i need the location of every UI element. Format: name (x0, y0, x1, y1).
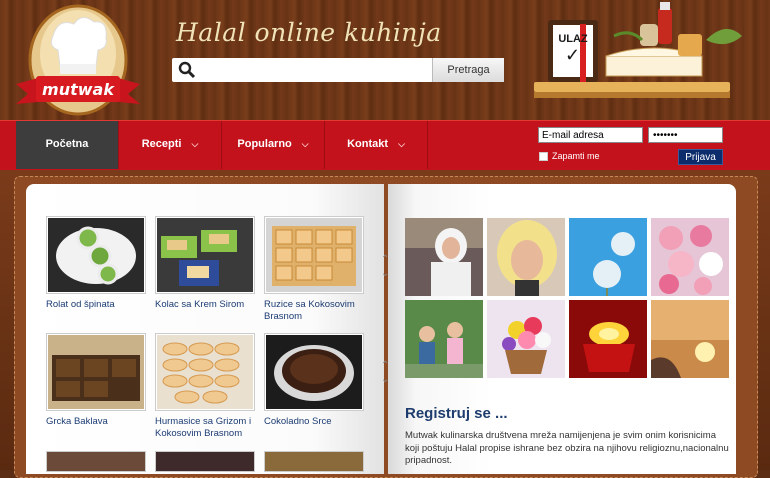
recipe-card[interactable]: Ruzice sa Kokosovim Brasnom (264, 216, 364, 323)
flower-basket-photo[interactable] (487, 300, 565, 378)
remember-label: Zapamti me (552, 151, 600, 161)
recipe-thumbnail[interactable] (46, 451, 146, 472)
chocolate-heart-photo[interactable] (264, 333, 364, 411)
search-icon[interactable] (177, 61, 197, 79)
register-description: Mutwak kulinarska društvena mreža namije… (405, 430, 729, 466)
baklava-photo[interactable] (46, 333, 146, 411)
recipe-title[interactable]: Cokoladno Srce (264, 416, 364, 428)
password-field[interactable]: ••••••• (648, 127, 723, 143)
register-title[interactable]: Registruj se ... (405, 405, 508, 422)
nav-item-pocetna[interactable]: Početna (16, 121, 118, 169)
coconut-pastry-photo[interactable] (264, 216, 364, 294)
nav-divider (427, 121, 428, 169)
recipe-card[interactable]: Grcka Baklava (46, 333, 146, 428)
remember-checkbox[interactable] (539, 152, 548, 162)
recipe-card[interactable]: Rolat od špinata (46, 216, 146, 311)
recipe-card[interactable]: Kolac sa Krem Sirom (155, 216, 255, 311)
remember-me[interactable]: Zapamti me (539, 149, 600, 163)
email-field[interactable]: E-mail adresa (538, 127, 643, 143)
recipe-card[interactable]: Hurmasice sa Grizom i Kokosovim Brasnom (155, 333, 255, 440)
nav-item-recepti[interactable]: Recepti ⌵ (119, 121, 221, 169)
scroll-up-icon[interactable]: ⌃ (381, 360, 389, 371)
scroll-down-icon[interactable]: ⌄ (381, 268, 389, 279)
children-photo[interactable] (405, 300, 483, 378)
sunset-hands-photo[interactable] (651, 300, 729, 378)
nav-item-label: Recepti (141, 138, 182, 150)
search-button[interactable]: Pretraga (432, 58, 504, 82)
nav-item-kontakt[interactable]: Kontakt ⌵ (325, 121, 427, 169)
scroll-down-icon[interactable]: ⌄ (381, 374, 389, 385)
ulaz-sign[interactable]: ULAZ (553, 33, 593, 45)
chevron-down-icon: ⌵ (191, 139, 199, 149)
red-candle-photo[interactable] (569, 300, 647, 378)
recipe-card[interactable]: Cokoladno Srce (264, 333, 364, 428)
nav-item-label: Početna (45, 138, 89, 150)
dandelion-photo[interactable] (569, 218, 647, 296)
cream-cake-photo[interactable] (155, 216, 255, 294)
recipe-thumbnail[interactable] (155, 451, 255, 472)
spinach-roll-photo[interactable] (46, 216, 146, 294)
logo-text: mutwak (42, 80, 114, 99)
nav-item-label: Kontakt (347, 138, 389, 150)
hurmasice-photo[interactable] (155, 333, 255, 411)
login-button[interactable]: Prijava (678, 149, 723, 165)
woman-hijab-photo[interactable] (405, 218, 483, 296)
chevron-down-icon: ⌵ (301, 139, 309, 149)
recipe-title[interactable]: Grcka Baklava (46, 416, 146, 428)
chevron-down-icon: ⌵ (398, 139, 405, 149)
scroll-up-icon[interactable]: ⌃ (381, 254, 389, 265)
recipe-title[interactable]: Kolac sa Krem Sirom (155, 299, 255, 311)
site-title: Halal online kuhinja (176, 18, 442, 47)
blonde-portrait-photo[interactable] (487, 218, 565, 296)
flowers-photo[interactable] (651, 218, 729, 296)
nav-item-popularno[interactable]: Popularno ⌵ (222, 121, 324, 169)
checkmark-icon: ✓ (565, 45, 581, 65)
nav-item-label: Popularno (237, 138, 292, 150)
recipe-title[interactable]: Rolat od špinata (46, 299, 146, 311)
mutwak-logo[interactable] (8, 4, 148, 116)
recipe-title[interactable]: Hurmasice sa Grizom i Kokosovim Brasnom (155, 416, 255, 440)
recipe-title[interactable]: Ruzice sa Kokosovim Brasnom (264, 299, 364, 323)
recipe-thumbnail[interactable] (264, 451, 364, 472)
